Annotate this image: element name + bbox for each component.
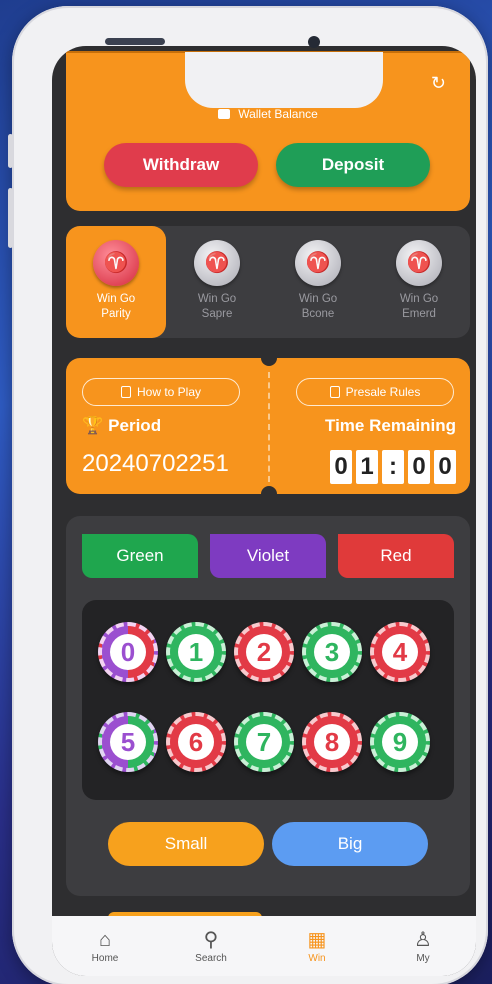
home-icon: ⌂ — [98, 928, 112, 951]
speaker — [105, 38, 165, 45]
wallet-icon — [218, 109, 231, 119]
wallet-label-row: Wallet Balance — [66, 107, 470, 121]
number-ball-1[interactable]: 1 — [166, 622, 226, 682]
phone-side-button — [8, 188, 13, 248]
phone-side-button — [8, 134, 13, 168]
phone-frame: ₹820.00 ↻ Wallet Balance Withdraw Deposi… — [8, 6, 488, 984]
tab-label: Emerd — [402, 308, 436, 320]
nav-search[interactable]: ⚲ Search — [171, 929, 251, 964]
withdraw-button[interactable]: Withdraw — [104, 143, 258, 187]
trophy-icon: 🏆 — [82, 416, 104, 435]
number-board: 0 1 2 3 4 5 6 7 8 9 — [82, 600, 454, 800]
betting-panel: Green Violet Red 0 1 2 3 4 5 6 7 8 9 Sma… — [66, 516, 470, 896]
camera — [308, 36, 320, 48]
number-ball-2[interactable]: 2 — [234, 622, 294, 682]
nav-label: Search — [195, 952, 227, 964]
countdown-timer: 0 1 : 0 0 — [330, 450, 456, 484]
bottom-nav: ⌂ Home ⚲ Search ▦ Win ♙ My — [52, 916, 476, 976]
game-tabs: ♈ Win Go Parity ♈ Win Go Sapre ♈ Win Go … — [66, 226, 470, 338]
number-label: 5 — [110, 724, 146, 760]
presale-rules-label: Presale Rules — [345, 385, 421, 399]
nav-label: Win — [308, 952, 326, 964]
clock-icon: ♈ — [396, 240, 442, 286]
timer-digit: 0 — [330, 450, 352, 484]
period-card: How to Play Presale Rules 🏆 Period 20240… — [66, 358, 470, 494]
number-ball-4[interactable]: 4 — [370, 622, 430, 682]
number-label: 4 — [382, 634, 418, 670]
document-icon — [329, 386, 340, 398]
document-icon — [120, 386, 131, 398]
time-remaining-label: Time Remaining — [325, 416, 456, 435]
app-screen: ₹820.00 ↻ Wallet Balance Withdraw Deposi… — [52, 46, 476, 976]
notch — [185, 52, 383, 108]
tab-label: Parity — [101, 308, 131, 320]
number-label: 1 — [178, 634, 214, 670]
join-violet-button[interactable]: Violet — [210, 534, 326, 578]
nav-home[interactable]: ⌂ Home — [65, 929, 145, 964]
number-ball-5[interactable]: 5 — [98, 712, 158, 772]
search-icon: ⚲ — [203, 928, 219, 951]
join-green-button[interactable]: Green — [82, 534, 198, 578]
tab-label: Win Go — [298, 293, 338, 305]
clock-icon: ♈ — [295, 240, 341, 286]
ticket-notch — [261, 358, 277, 366]
tab-label: Win Go — [399, 293, 439, 305]
timer-separator: : — [382, 450, 404, 484]
number-ball-8[interactable]: 8 — [302, 712, 362, 772]
number-ball-6[interactable]: 6 — [166, 712, 226, 772]
number-ball-0[interactable]: 0 — [98, 622, 158, 682]
period-heading: 🏆 Period — [82, 416, 161, 436]
number-label: 7 — [246, 724, 282, 760]
presale-rules-button[interactable]: Presale Rules — [296, 378, 454, 406]
number-ball-9[interactable]: 9 — [370, 712, 430, 772]
wallet-label: Wallet Balance — [238, 107, 318, 121]
period-label: Period — [108, 416, 162, 435]
deposit-button[interactable]: Deposit — [276, 143, 430, 187]
small-button[interactable]: Small — [108, 822, 264, 866]
how-to-play-button[interactable]: How to Play — [82, 378, 240, 406]
how-to-play-label: How to Play — [136, 385, 202, 399]
ticket-notch — [261, 486, 277, 494]
tab-win-go-emerd[interactable]: ♈ Win Go Emerd — [369, 226, 469, 338]
nav-win[interactable]: ▦ Win — [277, 929, 357, 964]
number-ball-3[interactable]: 3 — [302, 622, 362, 682]
user-icon: ♙ — [414, 928, 432, 951]
number-label: 8 — [314, 724, 350, 760]
number-label: 2 — [246, 634, 282, 670]
timer-digit: 0 — [408, 450, 430, 484]
nav-my[interactable]: ♙ My — [383, 929, 463, 964]
clock-icon: ♈ — [194, 240, 240, 286]
number-label: 9 — [382, 724, 418, 760]
number-label: 3 — [314, 634, 350, 670]
number-ball-7[interactable]: 7 — [234, 712, 294, 772]
tab-win-go-bcone[interactable]: ♈ Win Go Bcone — [268, 226, 368, 338]
grid-icon: ▦ — [307, 928, 327, 951]
number-label: 6 — [178, 724, 214, 760]
timer-digit: 0 — [434, 450, 456, 484]
join-red-button[interactable]: Red — [338, 534, 454, 578]
nav-label: My — [416, 952, 430, 964]
nav-label: Home — [91, 952, 119, 964]
tab-label: Sapre — [201, 308, 233, 320]
tab-label: Bcone — [301, 308, 335, 320]
tab-win-go-sapre[interactable]: ♈ Win Go Sapre — [167, 226, 267, 338]
tab-label: Win Go — [197, 293, 237, 305]
ticket-divider — [268, 372, 270, 482]
big-button[interactable]: Big — [272, 822, 428, 866]
timer-digit: 1 — [356, 450, 378, 484]
tab-label: Win Go — [96, 293, 136, 305]
refresh-icon[interactable]: ↻ — [431, 73, 446, 94]
number-label: 0 — [110, 634, 146, 670]
tab-win-go-parity[interactable]: ♈ Win Go Parity — [66, 226, 166, 338]
period-value: 20240702251 — [82, 450, 229, 477]
clock-icon: ♈ — [93, 240, 139, 286]
